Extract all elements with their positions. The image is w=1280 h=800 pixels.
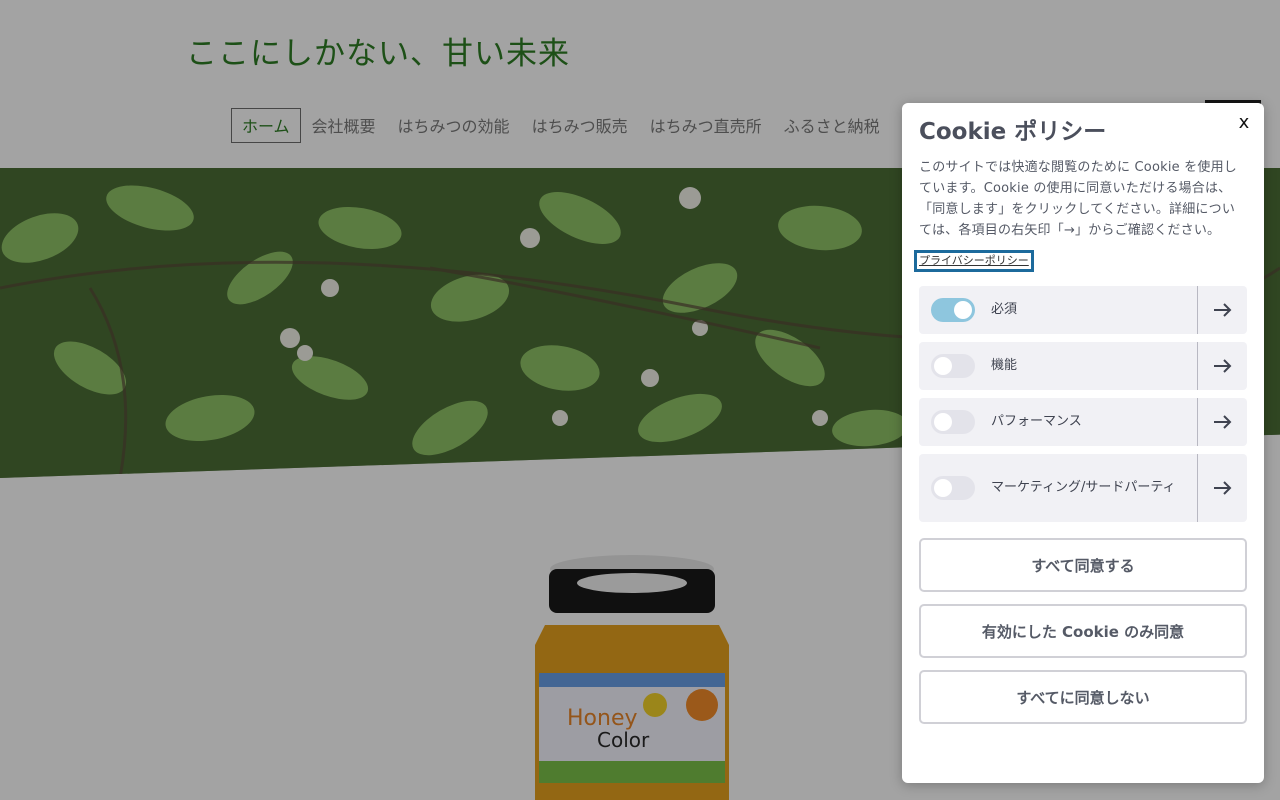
arrow-right-icon[interactable] (1197, 342, 1247, 390)
cookie-category-list: 必須 機能 パフォーマンス マーケティング/サードパーティ (919, 286, 1247, 522)
accept-all-button[interactable]: すべて同意する (919, 538, 1247, 592)
arrow-right-icon[interactable] (1197, 454, 1247, 522)
cookie-category-marketing: マーケティング/サードパーティ (919, 454, 1247, 522)
toggle-knob (954, 301, 972, 319)
toggle-functional[interactable] (931, 354, 975, 378)
cookie-actions: すべて同意する 有効にした Cookie のみ同意 すべてに同意しない (919, 538, 1247, 724)
arrow-right-icon[interactable] (1197, 398, 1247, 446)
cookie-category-marketing-row: マーケティング/サードパーティ (919, 454, 1197, 522)
category-label-marketing: マーケティング/サードパーティ (991, 480, 1176, 495)
category-label-required: 必須 (991, 302, 1018, 317)
cookie-category-performance: パフォーマンス (919, 398, 1247, 446)
toggle-required[interactable] (931, 298, 975, 322)
privacy-policy-link[interactable]: プライバシーポリシー (914, 250, 1034, 272)
cookie-dialog-title: Cookie ポリシー (919, 119, 1107, 145)
cookie-category-required-row: 必須 (919, 286, 1197, 334)
category-label-functional: 機能 (991, 358, 1018, 373)
cookie-category-required: 必須 (919, 286, 1247, 334)
cookie-category-functional: 機能 (919, 342, 1247, 390)
category-label-performance: パフォーマンス (991, 414, 1082, 429)
close-icon[interactable]: x (1234, 113, 1254, 133)
toggle-knob (934, 413, 952, 431)
cookie-category-functional-row: 機能 (919, 342, 1197, 390)
accept-selected-button[interactable]: 有効にした Cookie のみ同意 (919, 604, 1247, 658)
cookie-dialog-description: このサイトでは快適な閲覧のために Cookie を使用しています。Cookie … (919, 160, 1237, 238)
arrow-right-icon[interactable] (1197, 286, 1247, 334)
toggle-performance[interactable] (931, 410, 975, 434)
toggle-knob (934, 357, 952, 375)
cookie-dialog: x Cookie ポリシー このサイトでは快適な閲覧のために Cookie を使… (902, 103, 1264, 783)
reject-all-button[interactable]: すべてに同意しない (919, 670, 1247, 724)
cookie-category-performance-row: パフォーマンス (919, 398, 1197, 446)
toggle-marketing[interactable] (931, 476, 975, 500)
toggle-knob (934, 479, 952, 497)
